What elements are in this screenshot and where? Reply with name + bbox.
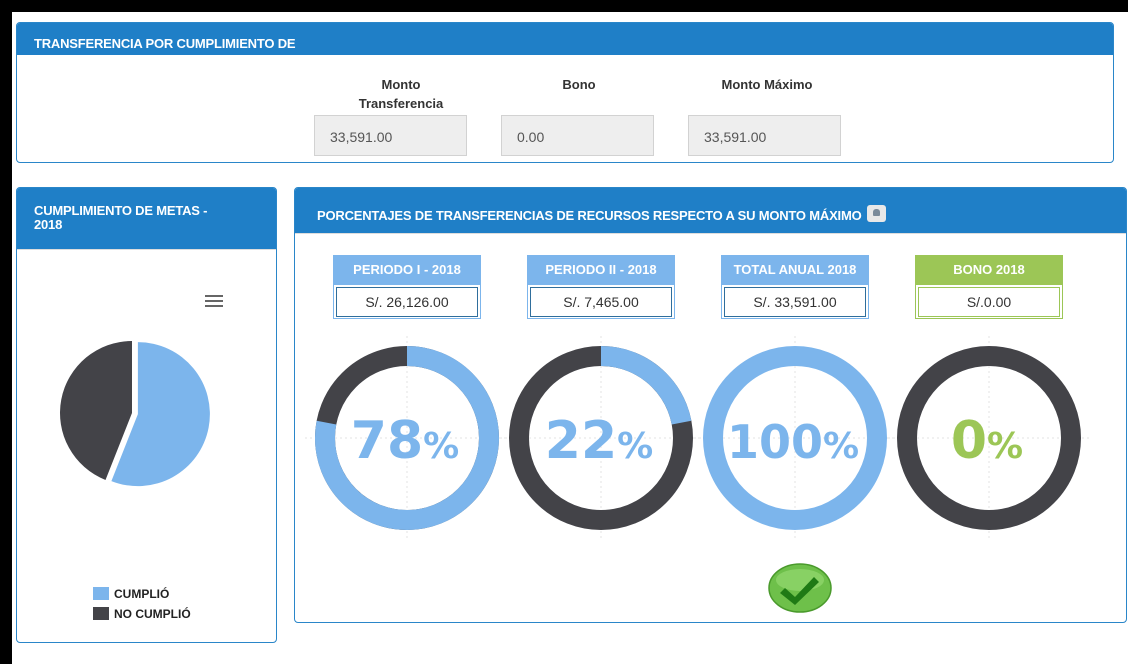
period-2-amount-box: S/. 7,465.00: [527, 285, 675, 319]
legend-label-no-cumplio: NO CUMPLIÓ: [114, 607, 191, 621]
gauge-1: 78%: [305, 336, 509, 540]
porcentajes-panel-header: PORCENTAJES DE TRANSFERENCIAS DE RECURSO…: [295, 188, 1126, 234]
check-icon: [768, 563, 832, 613]
metas-panel-title: CUMPLIMIENTO DE METAS - 2018: [17, 188, 276, 250]
bono-amount-box: S/.0.00: [915, 285, 1063, 319]
gauge-4: 0%: [887, 336, 1091, 540]
total-anual-amount-box: S/. 33,591.00: [721, 285, 869, 319]
gauge-2: 22%: [499, 336, 703, 540]
period-1-amount: S/. 26,126.00: [336, 287, 478, 317]
bell-icon[interactable]: [866, 205, 886, 222]
total-anual-amount: S/. 33,591.00: [724, 287, 866, 317]
metas-title-line1: CUMPLIMIENTO DE METAS -: [34, 203, 208, 218]
period-1-amount-box: S/. 26,126.00: [333, 285, 481, 319]
monto-transferencia-field[interactable]: 33,591.00: [314, 115, 467, 156]
gauge-percent-label: 0%: [951, 411, 1023, 471]
transfer-panel-title: TRANSFERENCIA POR CUMPLIMIENTO DE: [17, 23, 1113, 55]
metas-panel: CUMPLIMIENTO DE METAS - 2018 CUMPLIÓ NO …: [16, 187, 277, 643]
monto-transferencia-label-line2: Transferencia: [358, 96, 444, 111]
metas-title-line2: 2018: [34, 217, 63, 232]
gauge-3: 100%: [693, 336, 897, 540]
gauge-percent-label: 22%: [545, 411, 653, 471]
period-2-amount: S/. 7,465.00: [530, 287, 672, 317]
metas-pie-chart: [59, 341, 210, 487]
monto-maximo-label: Monto Máximo: [721, 77, 813, 92]
monto-maximo-field[interactable]: 33,591.00: [688, 115, 841, 156]
legend-swatch-no-cumplio: [93, 607, 109, 620]
legend-item-no-cumplio[interactable]: NO CUMPLIÓ: [93, 607, 191, 621]
transfer-panel: TRANSFERENCIA POR CUMPLIMIENTO DE Monto …: [16, 22, 1114, 163]
bono-label: Bono: [562, 77, 596, 92]
gauge-percent-label: 78%: [351, 411, 459, 471]
monto-transferencia-label: Monto Transferencia: [351, 75, 451, 113]
porcentajes-panel-title: PORCENTAJES DE TRANSFERENCIAS DE RECURSO…: [317, 208, 862, 223]
bono-header: BONO 2018: [915, 255, 1063, 285]
period-1-header: PERIODO I - 2018: [333, 255, 481, 285]
legend-item-cumplio[interactable]: CUMPLIÓ: [93, 587, 169, 601]
percent-gauges: 78% 22% 100% 0%: [305, 336, 1091, 540]
legend-label-cumplio: CUMPLIÓ: [114, 587, 170, 601]
gauge-percent-label: 100%: [727, 415, 859, 469]
period-2-header: PERIODO II - 2018: [527, 255, 675, 285]
bono-amount: S/.0.00: [918, 287, 1060, 317]
legend-swatch-cumplio: [93, 587, 109, 600]
bono-field[interactable]: 0.00: [501, 115, 654, 156]
total-anual-header: TOTAL ANUAL 2018: [721, 255, 869, 285]
monto-transferencia-label-line1: Monto: [381, 77, 421, 92]
porcentajes-panel: PORCENTAJES DE TRANSFERENCIAS DE RECURSO…: [294, 187, 1127, 623]
